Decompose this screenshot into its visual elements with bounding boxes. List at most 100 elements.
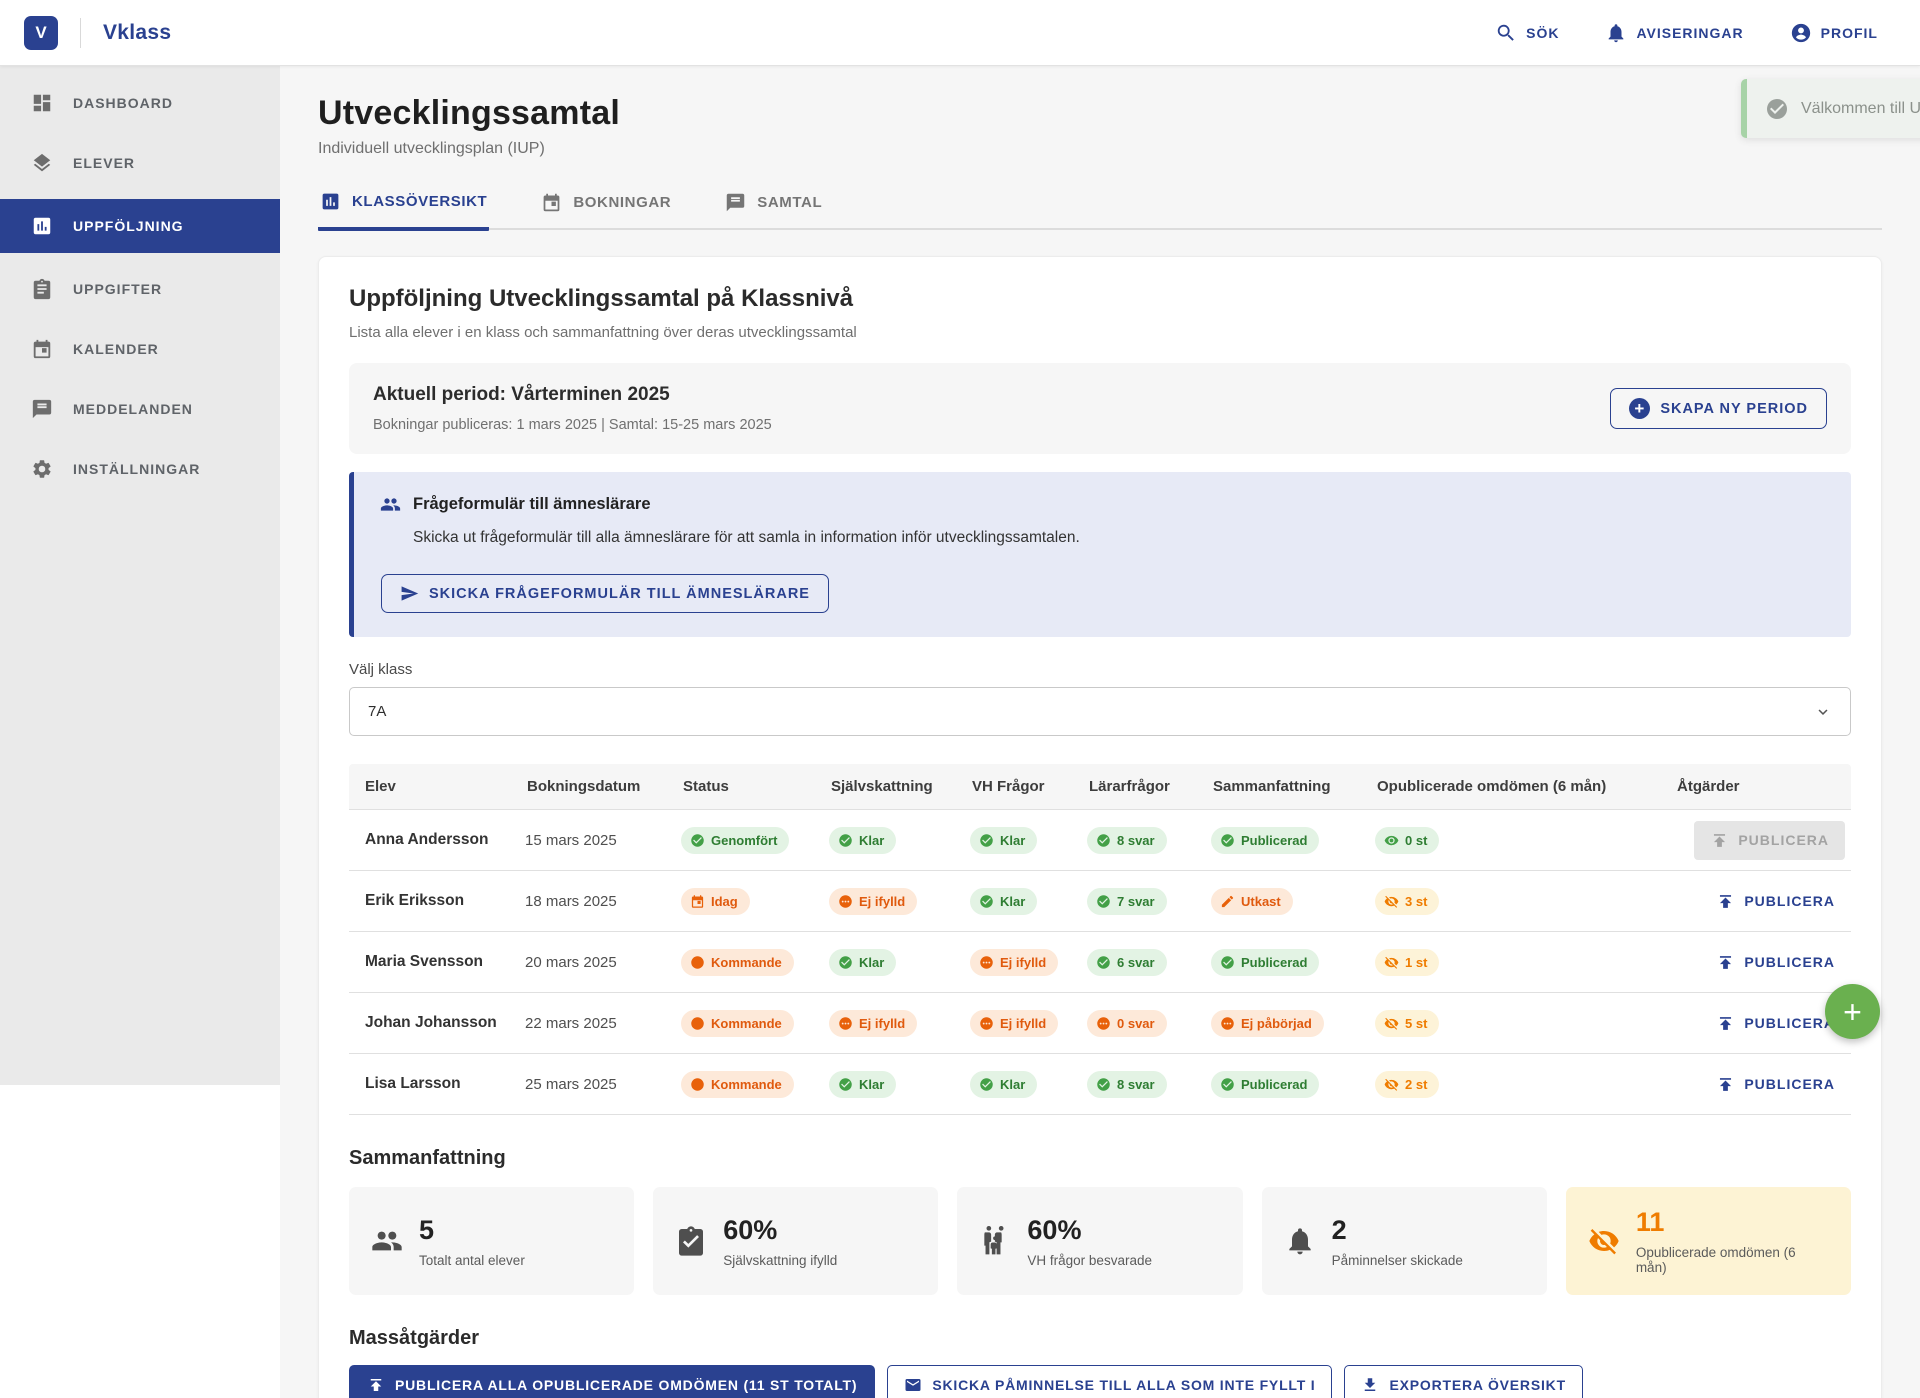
sidebar-item-meddelanden[interactable]: MEDDELANDEN	[0, 385, 280, 433]
summary-label: Opublicerade omdömen (6 mån)	[1636, 1245, 1829, 1275]
export-overview-button[interactable]: EXPORTERA ÖVERSIKT	[1344, 1365, 1582, 1398]
status-chip: Idag	[681, 888, 750, 915]
booking-date: 20 mars 2025	[525, 954, 681, 971]
gear-icon	[31, 458, 53, 480]
summary-value: 60%	[1027, 1215, 1152, 1246]
chevron-down-icon	[1814, 703, 1832, 721]
status-chip: Kommande	[681, 1071, 794, 1098]
vh-chip: Ej ifylld	[970, 949, 1058, 976]
nav-profile[interactable]: PROFIL	[1790, 22, 1878, 44]
sidebar-item-dashboard[interactable]: DASHBOARD	[0, 79, 280, 127]
publish-button[interactable]: PUBLICERA	[1706, 1067, 1845, 1102]
summary-label: VH frågor besvarade	[1027, 1253, 1152, 1268]
opublicerade-chip: 1 st	[1375, 949, 1439, 976]
sidebar-item-label: UPPGIFTER	[73, 281, 162, 297]
check-circle-icon	[1220, 1077, 1235, 1092]
bar-chart-icon	[31, 215, 53, 237]
student-name: Lisa Larsson	[349, 1075, 525, 1093]
col-header-elev: Elev	[349, 778, 525, 795]
welcome-toast[interactable]: Välkommen till Utv	[1741, 79, 1920, 138]
table-header-row: Elev Bokningsdatum Status Självskattning…	[349, 764, 1851, 810]
col-header-atgarder: Åtgärder	[1675, 778, 1851, 795]
sidebar-item-installningar[interactable]: INSTÄLLNINGAR	[0, 445, 280, 493]
check-circle-icon	[979, 1077, 994, 1092]
page-title: Utvecklingssamtal	[318, 94, 1882, 133]
tab-klassoversikt[interactable]: KLASSÖVERSIKT	[318, 185, 489, 231]
publish-icon	[1716, 953, 1735, 972]
tab-label: BOKNINGAR	[573, 194, 671, 211]
clock-icon	[690, 955, 705, 970]
sidebar-item-uppgifter[interactable]: UPPGIFTER	[0, 265, 280, 313]
create-period-button[interactable]: + SKAPA NY PERIOD	[1610, 388, 1827, 429]
publish-icon	[1716, 892, 1735, 911]
sjalvskattning-chip: Klar	[829, 1071, 896, 1098]
send-reminder-button[interactable]: SKICKA PÅMINNELSE TILL ALLA SOM INTE FYL…	[887, 1365, 1332, 1398]
check-circle-icon	[838, 955, 853, 970]
period-title: Aktuell period: Vårterminen 2025	[373, 384, 772, 406]
sidebar-item-uppfoljning[interactable]: UPPFÖLJNING	[0, 199, 280, 253]
app-logo[interactable]: V	[24, 16, 58, 50]
people-icon	[371, 1225, 403, 1257]
larar-chip: 0 svar	[1087, 1010, 1167, 1037]
add-fab-button[interactable]: +	[1825, 984, 1880, 1039]
publish-button[interactable]: PUBLICERA	[1706, 945, 1845, 980]
summary-card-vh: 60% VH frågor besvarade	[957, 1187, 1242, 1295]
eye-off-icon	[1384, 894, 1399, 909]
bell-icon	[1284, 1225, 1316, 1257]
summary-value: 60%	[723, 1215, 837, 1246]
sidebar-item-kalender[interactable]: KALENDER	[0, 325, 280, 373]
booking-date: 22 mars 2025	[525, 1015, 681, 1032]
summary-heading: Sammanfattning	[349, 1147, 1851, 1170]
tab-samtal[interactable]: SAMTAL	[723, 185, 824, 228]
check-circle-icon	[1220, 833, 1235, 848]
publish-icon	[1716, 1075, 1735, 1094]
clipboard-icon	[31, 278, 53, 300]
nav-search-label: SÖK	[1526, 25, 1559, 41]
check-circle-icon	[1765, 97, 1789, 121]
table-row: Lisa Larsson 25 mars 2025 Kommande Klar …	[349, 1054, 1851, 1115]
sammanfattning-chip: Ej påbörjad	[1211, 1010, 1324, 1037]
questionnaire-title: Frågeformulär till ämneslärare	[413, 495, 651, 514]
summary-value: 11	[1636, 1207, 1829, 1238]
check-circle-icon	[838, 1077, 853, 1092]
questionnaire-panel: Frågeformulär till ämneslärare Skicka ut…	[349, 472, 1851, 637]
download-icon	[1361, 1376, 1379, 1394]
larar-chip: 7 svar	[1087, 888, 1167, 915]
sjalvskattning-chip: Klar	[829, 949, 896, 976]
nav-search[interactable]: SÖK	[1495, 22, 1559, 44]
nav-notifications[interactable]: AVISERINGAR	[1605, 22, 1743, 44]
status-chip: Genomfört	[681, 827, 789, 854]
check-circle-icon	[838, 833, 853, 848]
sidebar-item-label: INSTÄLLNINGAR	[73, 461, 200, 477]
booking-date: 15 mars 2025	[525, 832, 681, 849]
mail-icon	[904, 1376, 922, 1394]
sjalvskattning-chip: Ej ifylld	[829, 1010, 917, 1037]
questionnaire-description: Skicka ut frågeformulär till alla ämnesl…	[413, 529, 1825, 547]
publish-button[interactable]: PUBLICERA	[1706, 884, 1845, 919]
summary-cards: 5 Totalt antal elever 60% Självskattning…	[349, 1187, 1851, 1295]
tab-label: KLASSÖVERSIKT	[352, 193, 487, 210]
bell-icon	[1605, 22, 1627, 44]
col-header-sjalvskattning: Självskattning	[829, 778, 970, 795]
send-questionnaire-button[interactable]: SKICKA FRÅGEFORMULÄR TILL ÄMNESLÄRARE	[381, 574, 829, 613]
students-table: Elev Bokningsdatum Status Självskattning…	[349, 764, 1851, 1115]
check-circle-icon	[979, 894, 994, 909]
class-select[interactable]: 7A	[349, 687, 1851, 736]
larar-chip: 6 svar	[1087, 949, 1167, 976]
check-circle-icon	[690, 833, 705, 848]
eye-icon	[1384, 833, 1399, 848]
pending-icon	[1096, 1016, 1111, 1031]
header-nav: SÖK AVISERINGAR PROFIL	[1495, 22, 1920, 44]
summary-label: Självskattning ifylld	[723, 1253, 837, 1268]
pending-icon	[1220, 1016, 1235, 1031]
publish-all-button[interactable]: PUBLICERA ALLA OPUBLICERADE OMDÖMEN (11 …	[349, 1365, 875, 1398]
bar-chart-icon	[320, 191, 341, 212]
sidebar-item-elever[interactable]: ELEVER	[0, 139, 280, 187]
summary-value: 5	[419, 1215, 525, 1246]
summary-label: Påminnelser skickade	[1332, 1253, 1463, 1268]
sidebar-item-label: DASHBOARD	[73, 95, 173, 111]
check-circle-icon	[1096, 955, 1111, 970]
main-content: Utvecklingssamtal Individuell utveckling…	[280, 66, 1920, 1398]
tab-bokningar[interactable]: BOKNINGAR	[539, 185, 673, 228]
sidebar-item-label: MEDDELANDEN	[73, 401, 193, 417]
